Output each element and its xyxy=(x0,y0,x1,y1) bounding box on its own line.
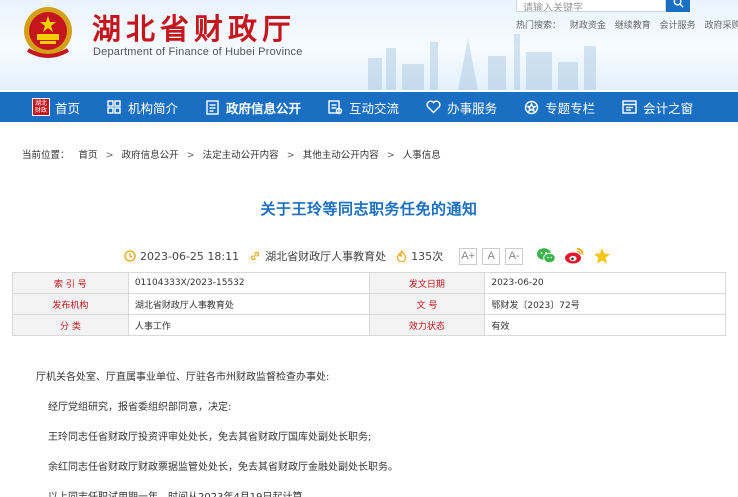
issue-date-value: 2023-06-20 xyxy=(484,272,726,294)
publisher-value: 湖北省财政厅人事教育处 xyxy=(127,293,370,315)
article-source: 湖北省财政厅人事教育处 xyxy=(249,248,386,264)
share-weibo-button[interactable] xyxy=(564,246,584,266)
nav-item-label: 首页 xyxy=(55,100,81,116)
home-emblem-icon: 湖北 财政 xyxy=(32,98,50,116)
breadcrumb-item[interactable]: 法定主动公开内容 xyxy=(203,150,279,161)
wechat-icon xyxy=(537,248,556,264)
article-meta: 2023-06-25 18:11 湖北省财政厅人事教育处 135次 A+ A A… xyxy=(124,246,528,266)
site-header: 湖北省财政厅 Department of Finance of Hubei Pr… xyxy=(0,0,738,90)
view-count: 135次 xyxy=(396,248,443,264)
nav-item-interaction[interactable]: 互动交流 xyxy=(327,98,399,117)
nav-item-label: 互动交流 xyxy=(349,100,400,116)
document-number-value: 鄂财发〔2023〕72号 xyxy=(484,293,726,315)
publish-datetime-text: 2023-06-25 18:11 xyxy=(140,249,240,263)
font-size-increase-button[interactable]: A+ xyxy=(459,247,478,265)
body-paragraph: 余红同志任省财政厅财政票据监管处处长，免去其省财政厅金融处副处长职务。 xyxy=(48,462,398,473)
article-title: 关于王玲等同志职务任免的通知 xyxy=(260,200,478,218)
breadcrumb-separator: > xyxy=(386,150,395,161)
search-button[interactable] xyxy=(666,0,690,12)
nav-item-label: 办事服务 xyxy=(447,100,498,116)
body-paragraph: 以上同志任职试用期一年，时间从2023年4月19日起计算。 xyxy=(36,488,716,497)
nav-item-services[interactable]: 办事服务 xyxy=(425,98,497,117)
salutation: 厅机关各处室、厅直属事业单位、厅驻各市州财政监督检查办事处: xyxy=(36,372,330,383)
hot-search: 热门搜索： 财政资金 继续教育 会计服务 政府采购 xyxy=(516,18,738,31)
publish-datetime: 2023-06-25 18:11 xyxy=(124,250,239,263)
window-icon xyxy=(621,99,637,115)
nav-item-label: 会计之窗 xyxy=(643,100,694,116)
table-row: 分 类 人事工作 效力状态 有效 xyxy=(12,314,726,336)
body-paragraph: 王玲同志任省财政厅投资评审处处长，免去其省财政厅国库处副处长职务; xyxy=(48,432,372,443)
validity-value: 有效 xyxy=(484,314,726,336)
national-emblem-icon xyxy=(24,7,72,58)
flame-icon xyxy=(397,250,407,262)
nav-item-info-disclosure[interactable]: 政府信息公开 xyxy=(204,98,301,117)
site-subtitle: Department of Finance of Hubei Province xyxy=(93,46,303,58)
grid-icon xyxy=(106,99,122,115)
breadcrumb-separator: > xyxy=(286,150,295,161)
body-paragraph: 经厅党组研究，报省委组织部同意，决定: xyxy=(48,402,232,413)
index-number-value: 01104333X/2023-15532 xyxy=(127,272,370,294)
breadcrumb-item[interactable]: 人事信息 xyxy=(403,150,441,161)
publisher-label: 发布机构 xyxy=(12,293,129,315)
issue-date-label: 发文日期 xyxy=(368,272,486,294)
search-input[interactable]: 请输入关键字 xyxy=(516,0,666,12)
font-size-reset-button[interactable]: A xyxy=(482,247,501,265)
hot-search-item[interactable]: 财政资金 xyxy=(570,21,606,31)
breadcrumb-separator: > xyxy=(186,150,195,161)
breadcrumb-item[interactable]: 政府信息公开 xyxy=(122,150,179,161)
weibo-icon xyxy=(565,248,584,264)
nav-item-about[interactable]: 机构简介 xyxy=(106,98,178,117)
nav-item-label: 政府信息公开 xyxy=(226,100,302,116)
breadcrumb-separator: > xyxy=(105,150,114,161)
validity-label: 效力状态 xyxy=(368,314,486,336)
hot-search-label: 热门搜索： xyxy=(516,21,562,31)
hot-search-item[interactable]: 继续教育 xyxy=(615,21,651,31)
nav-item-label: 专题专栏 xyxy=(545,100,596,116)
category-label: 分 类 xyxy=(12,314,129,336)
document-number-label: 文 号 xyxy=(368,293,486,315)
index-number-label: 索 引 号 xyxy=(12,272,129,294)
site-title: 湖北省财政厅 xyxy=(92,12,297,46)
nav-item-topics[interactable]: 专题专栏 xyxy=(523,98,595,117)
star-icon xyxy=(594,248,610,264)
link-icon xyxy=(251,251,260,261)
font-size-decrease-button[interactable]: A- xyxy=(505,247,524,265)
breadcrumb-label: 当前位置： xyxy=(22,150,70,161)
skyline-illustration xyxy=(368,34,596,90)
nav-item-accounting[interactable]: 会计之窗 xyxy=(621,98,693,117)
nav-item-label: 机构简介 xyxy=(128,100,179,116)
gear-badge-icon xyxy=(523,99,539,115)
table-row: 发布机构 湖北省财政厅人事教育处 文 号 鄂财发〔2023〕72号 xyxy=(12,293,726,315)
article-body: 厅机关各处室、厅直属事业单位、厅驻各市州财政监督检查办事处: 经厅党组研究，报省… xyxy=(36,368,716,497)
hot-search-item[interactable]: 政府采购 xyxy=(705,21,738,31)
breadcrumb-item[interactable]: 首页 xyxy=(79,150,98,161)
search-icon xyxy=(673,0,684,8)
category-value: 人事工作 xyxy=(127,314,370,336)
favorite-button[interactable] xyxy=(592,246,612,266)
nav-item-home[interactable]: 湖北 财政 首页 xyxy=(32,98,80,117)
main-nav: 湖北 财政 首页 机构简介 政府信息公开 互动交流 办事服务 专题专栏 会计之窗 xyxy=(0,92,738,122)
share-wechat-button[interactable] xyxy=(536,246,556,266)
heart-icon xyxy=(425,99,441,115)
clock-icon xyxy=(124,250,136,262)
table-row: 索 引 号 01104333X/2023-15532 发文日期 2023-06-… xyxy=(12,272,726,294)
document-info-table: 索 引 号 01104333X/2023-15532 发文日期 2023-06-… xyxy=(12,272,726,336)
document-icon xyxy=(204,99,220,115)
view-count-text: 135次 xyxy=(411,250,444,263)
breadcrumb-item[interactable]: 其他主动公开内容 xyxy=(303,150,379,161)
breadcrumb: 当前位置： 首页 > 政府信息公开 > 法定主动公开内容 > 其他主动公开内容 … xyxy=(22,147,441,161)
hot-search-item[interactable]: 会计服务 xyxy=(660,21,696,31)
chat-doc-icon xyxy=(327,99,343,115)
article-source-text: 湖北省财政厅人事教育处 xyxy=(265,250,387,263)
